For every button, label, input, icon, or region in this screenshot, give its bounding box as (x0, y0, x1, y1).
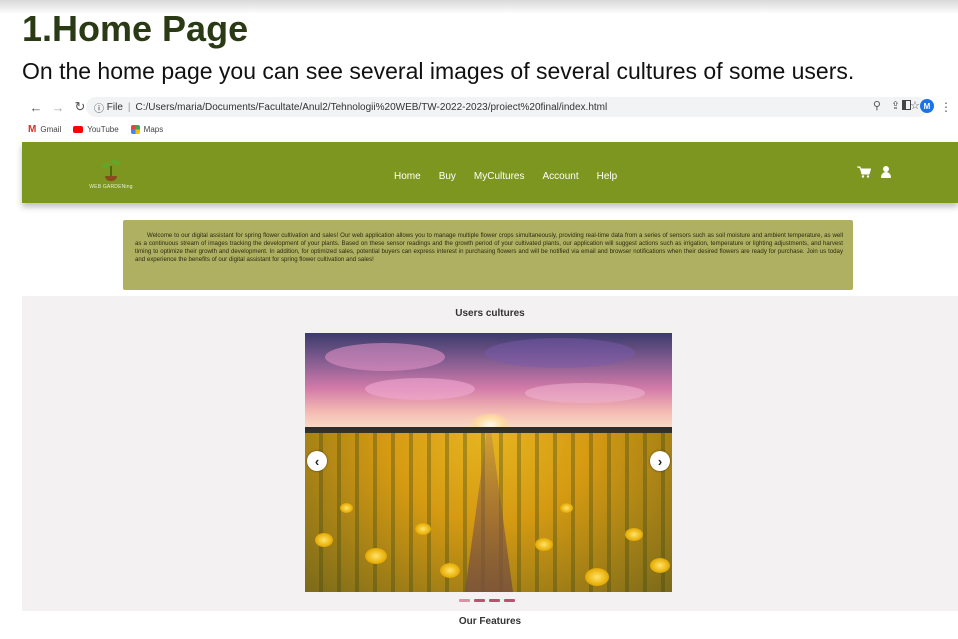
nav-icon-group (857, 166, 891, 178)
cultures-heading: Users cultures (455, 308, 525, 319)
url-text: C:/Users/maria/Documents/Facultate/Anul2… (135, 101, 608, 113)
cart-icon[interactable] (857, 166, 871, 178)
nav-account[interactable]: Account (543, 171, 579, 182)
info-icon[interactable]: ⓘ (94, 100, 104, 115)
maps-icon (130, 124, 140, 134)
site-logo[interactable]: WEB GARDENing (86, 160, 136, 198)
browser-toolbar: ← → ↻ ⓘ File | C:/Users/maria/Documents/… (22, 94, 958, 120)
carousel-indicator[interactable] (474, 599, 485, 602)
bookmark-gmail[interactable]: M Gmail (28, 124, 61, 135)
url-separator: | (127, 101, 131, 113)
gmail-icon: M (28, 123, 37, 135)
address-bar-actions: ⚲ ⇪ ☆ (873, 99, 920, 112)
zoom-icon[interactable]: ⚲ (873, 99, 881, 112)
nav-home[interactable]: Home (394, 171, 421, 182)
bookmark-label: Gmail (40, 124, 62, 134)
carousel-prev-button[interactable]: ‹ (307, 451, 327, 471)
carousel-indicator[interactable] (459, 599, 470, 602)
bookmark-label: YouTube (87, 124, 119, 134)
sidepanel-icon[interactable] (902, 100, 911, 110)
back-icon[interactable]: ← (28, 99, 44, 115)
address-bar[interactable]: ⓘ File | C:/Users/maria/Documents/Facult… (86, 97, 928, 117)
carousel-indicator[interactable] (489, 599, 500, 602)
forward-icon[interactable]: → (50, 99, 66, 115)
user-icon[interactable] (881, 166, 891, 178)
bookmark-maps[interactable]: Maps (130, 124, 164, 134)
logo-text: WEB GARDENing (89, 184, 133, 190)
welcome-message: Welcome to our digital assistant for spr… (123, 220, 853, 290)
site-menu: Home Buy MyCultures Account Help (394, 171, 617, 182)
nav-help[interactable]: Help (597, 171, 618, 182)
nav-mycultures[interactable]: MyCultures (474, 171, 525, 182)
carousel-indicator[interactable] (504, 599, 515, 602)
bookmark-label: Maps (143, 124, 164, 134)
carousel-indicators (459, 599, 515, 602)
carousel-next-button[interactable]: › (650, 451, 670, 471)
youtube-icon (73, 125, 84, 133)
features-heading: Our Features (458, 616, 522, 627)
share-icon[interactable]: ⇪ (891, 99, 900, 112)
document-title: 1.Home Page (22, 8, 249, 49)
website-viewport: WEB GARDENing Home Buy MyCultures Accoun… (22, 142, 958, 639)
bookmarks-bar: M Gmail YouTube Maps (22, 122, 163, 136)
star-icon[interactable]: ☆ (910, 99, 920, 112)
culture-carousel[interactable]: ‹ › (305, 333, 672, 592)
users-cultures-section: Users cultures ‹ › (22, 296, 958, 611)
nav-buy[interactable]: Buy (439, 171, 456, 182)
site-navbar: WEB GARDENing Home Buy MyCultures Accoun… (22, 142, 958, 203)
profile-avatar[interactable]: M (920, 99, 934, 113)
menu-kebab-icon[interactable]: ⋮ (940, 100, 952, 114)
browser-window: ← → ↻ ⓘ File | C:/Users/maria/Documents/… (22, 94, 958, 639)
document-subtitle: On the home page you can see several ima… (22, 58, 855, 84)
sprout-logo-icon (101, 160, 121, 182)
bookmark-youtube[interactable]: YouTube (73, 124, 119, 134)
url-prefix: File (106, 101, 123, 113)
